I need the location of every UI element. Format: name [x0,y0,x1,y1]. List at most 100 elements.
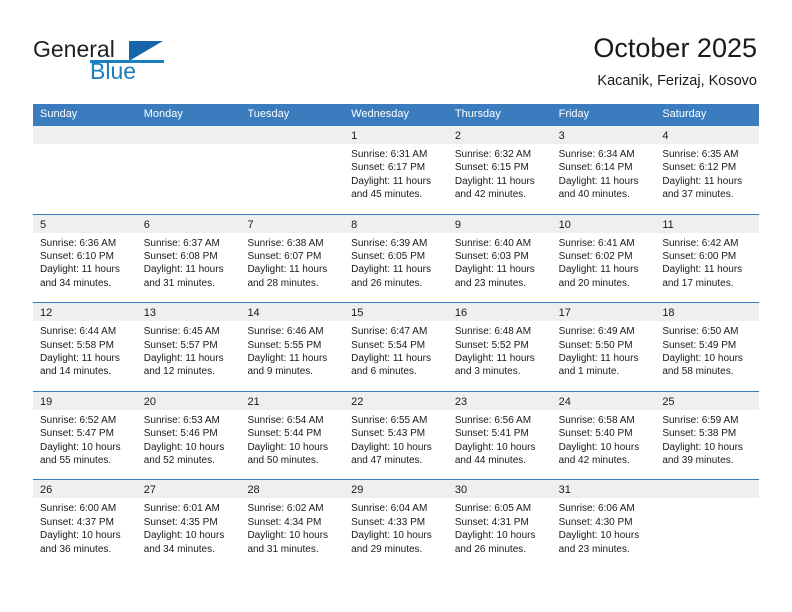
daylight-text-line1: Daylight: 10 hours [454,441,536,453]
sunset-text: Sunset: 6:17 PM [351,162,426,174]
sunset-text: Sunset: 6:14 PM [558,162,633,174]
calendar-day-cell[interactable]: 23 Sunrise: 6:56 AM Sunset: 5:41 PM Dayligh… [447,391,552,480]
calendar-day-cell[interactable]: 1 Sunrise: 6:31 AM Sunset: 6:17 PM Daylight… [344,126,448,214]
sunset-text: Sunset: 5:44 PM [247,428,322,440]
calendar-day-cell[interactable]: 29 Sunrise: 6:04 AM Sunset: 4:33 PM Dayligh… [344,480,448,568]
sunset-text: Sunset: 5:58 PM [40,339,114,351]
sunset-text: Sunset: 6:10 PM [40,251,114,262]
calendar-day-cell[interactable]: 14 Sunrise: 6:46 AM Sunset: 5:55 PM Dayligh… [240,303,345,391]
daylight-text-line2: and 58 minutes. [662,366,734,378]
day-number: 18 [662,307,675,320]
sunset-text: Sunset: 4:30 PM [558,516,633,528]
calendar-day-cell[interactable]: 4 Sunrise: 6:35 AM Sunset: 6:12 PM Daylight… [655,126,760,214]
daylight-text-line2: and 17 minutes. [662,277,734,289]
day-details: Sunrise: 6:54 AM Sunset: 5:44 PM Daylight:… [240,410,344,468]
weekday-header-tuesday: Tuesday [247,108,290,120]
calendar-day-cell[interactable]: 8 Sunrise: 6:39 AM Sunset: 6:05 PM Daylight… [344,214,448,303]
day-details: Sunrise: 6:58 AM Sunset: 5:40 PM Daylight:… [552,410,656,468]
sunrise-text: Sunrise: 6:32 AM [454,149,532,160]
calendar-day-cell[interactable]: 19 Sunrise: 6:52 AM Sunset: 5:47 PM Dayligh… [33,391,137,480]
calendar-day-cell[interactable]: 16 Sunrise: 6:48 AM Sunset: 5:52 PM Dayligh… [447,303,552,391]
day-details: Sunrise: 6:53 AM Sunset: 5:46 PM Daylight:… [137,410,241,468]
title-block: October 2025 Kacanik, Ferizaj, Kosovo [593,32,757,91]
day-number-strip: 25 [655,391,760,410]
calendar-day-cell[interactable]: 13 Sunrise: 6:45 AM Sunset: 5:57 PM Dayligh… [136,303,241,391]
daylight-text-line2: and 37 minutes. [662,189,734,201]
calendar-day-cell[interactable]: 25 Sunrise: 6:59 AM Sunset: 5:38 PM Dayligh… [655,391,760,480]
sunrise-text: Sunrise: 6:44 AM [40,326,117,338]
calendar-day-cell[interactable]: 18 Sunrise: 6:50 AM Sunset: 5:49 PM Dayligh… [655,303,760,391]
calendar-day-cell[interactable]: 12 Sunrise: 6:44 AM Sunset: 5:58 PM Dayligh… [33,303,137,391]
calendar-day-cell[interactable]: 22 Sunrise: 6:55 AM Sunset: 5:43 PM Dayligh… [344,391,448,480]
daylight-text-line2: and 28 minutes. [247,277,319,289]
sunrise-text: Sunrise: 6:41 AM [558,237,635,249]
day-number-strip: 2 [447,126,552,144]
calendar-day-cell[interactable]: 3 Sunrise: 6:34 AM Sunset: 6:14 PM Daylight… [551,126,656,214]
brand-logo[interactable]: General Blue [33,36,213,88]
day-number-strip: 10 [551,214,656,233]
day-details: Sunrise: 6:05 AM Sunset: 4:31 PM Daylight:… [448,498,552,556]
calendar-day-cell[interactable]: 5 Sunrise: 6:36 AM Sunset: 6:10 PM Daylight… [33,214,137,303]
day-number-strip: 7 [240,214,345,233]
sunset-text: Sunset: 5:47 PM [40,428,114,440]
daylight-text-line2: and 34 minutes. [143,543,215,555]
calendar-day-cell-empty [240,126,345,214]
day-number-strip: 13 [136,303,241,322]
calendar-day-cell[interactable]: 24 Sunrise: 6:58 AM Sunset: 5:40 PM Dayligh… [551,391,656,480]
daylight-text-line1: Daylight: 11 hours [351,175,432,187]
daylight-text-line1: Daylight: 10 hours [351,441,432,453]
daylight-text-line1: Daylight: 11 hours [454,264,535,276]
weekday-header-thursday: Thursday [454,108,501,120]
daylight-text-line2: and 44 minutes. [454,455,527,466]
calendar-day-cell[interactable]: 20 Sunrise: 6:53 AM Sunset: 5:46 PM Dayligh… [136,391,241,480]
calendar-day-cell[interactable]: 21 Sunrise: 6:54 AM Sunset: 5:44 PM Dayligh… [240,391,345,480]
daylight-text-line2: and 47 minutes. [351,455,423,466]
calendar-day-cell[interactable]: 28 Sunrise: 6:02 AM Sunset: 4:34 PM Dayligh… [240,480,345,568]
calendar-grid: Sunday Monday Tuesday Wednesday Thursday… [33,104,760,568]
day-number: 6 [143,218,150,231]
sunrise-text: Sunrise: 6:53 AM [143,414,220,426]
daylight-text-line2: and 55 minutes. [40,455,112,466]
day-number: 12 [40,307,53,320]
day-number-strip: 6 [136,214,241,233]
daylight-text-line1: Daylight: 10 hours [558,441,640,453]
calendar-day-cell[interactable]: 6 Sunrise: 6:37 AM Sunset: 6:08 PM Daylight… [136,214,241,303]
daylight-text-line2: and 36 minutes. [40,543,112,555]
sunrise-text: Sunrise: 6:56 AM [454,414,532,426]
sunset-text: Sunset: 6:15 PM [454,162,529,174]
day-number-strip: 8 [344,214,448,233]
calendar-day-cell[interactable]: 30 Sunrise: 6:05 AM Sunset: 4:31 PM Dayligh… [447,480,552,568]
calendar-day-cell[interactable]: 27 Sunrise: 6:01 AM Sunset: 4:35 PM Dayligh… [136,480,241,568]
calendar-day-cell[interactable]: 26 Sunrise: 6:00 AM Sunset: 4:37 PM Dayligh… [33,480,137,568]
sunrise-text: Sunrise: 6:45 AM [143,326,220,338]
daylight-text-line2: and 12 minutes. [143,366,215,378]
daylight-text-line1: Daylight: 10 hours [454,530,536,542]
calendar-day-cell[interactable]: 31 Sunrise: 6:06 AM Sunset: 4:30 PM Dayligh… [551,480,656,568]
calendar-day-cell[interactable]: 10 Sunrise: 6:41 AM Sunset: 6:02 PM Dayligh… [551,214,656,303]
calendar-day-cell[interactable]: 17 Sunrise: 6:49 AM Sunset: 5:50 PM Dayligh… [551,303,656,391]
day-number-strip: 12 [33,303,137,322]
daylight-text-line2: and 29 minutes. [351,543,423,555]
calendar-week-row: 26 Sunrise: 6:00 AM Sunset: 4:37 PM Dayligh… [33,479,760,568]
day-number-strip: 5 [33,214,137,233]
calendar-day-cell[interactable]: 11 Sunrise: 6:42 AM Sunset: 6:00 PM Dayligh… [655,214,760,303]
brand-name-blue: Blue [90,58,137,84]
daylight-text-line1: Daylight: 10 hours [143,530,225,542]
calendar-day-cell[interactable]: 9 Sunrise: 6:40 AM Sunset: 6:03 PM Daylight… [447,214,552,303]
sunrise-text: Sunrise: 6:36 AM [40,237,117,249]
sunrise-text: Sunrise: 6:31 AM [351,149,428,160]
calendar-day-cell[interactable]: 2 Sunrise: 6:32 AM Sunset: 6:15 PM Daylight… [447,126,552,214]
calendar-day-cell[interactable]: 7 Sunrise: 6:38 AM Sunset: 6:07 PM Daylight… [240,214,345,303]
sunset-text: Sunset: 6:02 PM [558,251,633,262]
calendar-day-cell[interactable]: 15 Sunrise: 6:47 AM Sunset: 5:54 PM Dayligh… [344,303,448,391]
day-number: 28 [247,484,260,497]
day-details: Sunrise: 6:42 AM Sunset: 6:00 PM Daylight:… [655,233,759,291]
day-number: 29 [351,484,364,497]
day-details: Sunrise: 6:48 AM Sunset: 5:52 PM Daylight:… [448,321,552,379]
calendar-week-row: 12 Sunrise: 6:44 AM Sunset: 5:58 PM Dayligh… [33,302,760,391]
calendar-day-cell-empty [33,126,137,214]
day-number-strip: 27 [136,480,241,499]
sunset-text: Sunset: 6:05 PM [351,251,426,262]
daylight-text-line1: Daylight: 11 hours [558,175,639,187]
day-number-strip: 22 [344,391,448,410]
